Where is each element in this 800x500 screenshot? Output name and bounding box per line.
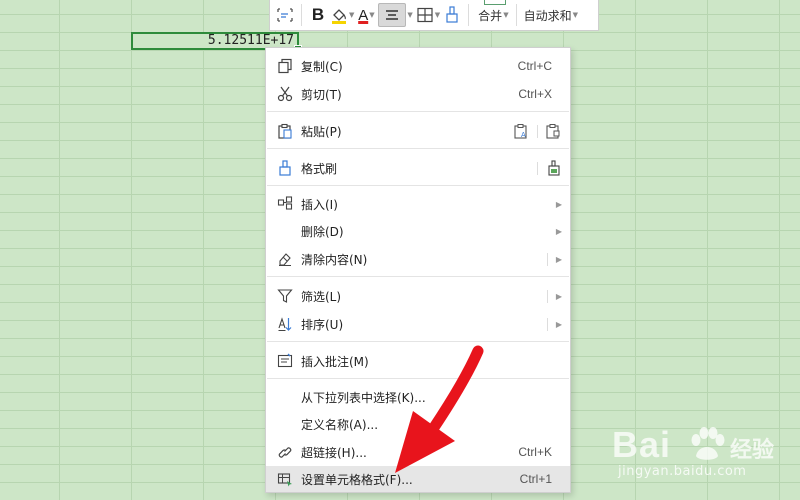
chevron-down-icon: ▼ [369,11,375,19]
chevron-down-icon: ▼ [503,11,509,19]
align-center-button[interactable] [378,3,407,27]
brush-icon [446,6,458,23]
insert-cells-icon [275,194,295,214]
menu-item-sort[interactable]: 排序(U) ▶ [266,311,570,337]
font-color-icon: A [358,6,369,24]
menu-item-shortcut: Ctrl+X [518,87,552,101]
format-cells-icon [275,469,295,489]
paw-icon [691,427,725,460]
bold-button[interactable]: B [309,3,327,27]
annotation-arrow-icon [395,345,484,473]
menu-item-label: 排序(U) [301,317,344,332]
menu-item-shortcut: Ctrl+1 [519,472,552,486]
menu-item-shortcut: Ctrl+K [518,445,552,459]
watermark: Bai 经验 jingyan.baidu.com [612,424,800,486]
toolbar-separator [468,4,470,26]
chevron-right-icon: ▶ [555,226,562,236]
brush-multi-icon[interactable] [544,159,562,177]
toolbar-separator [301,4,302,26]
menu-item-label: 剪切(T) [301,87,342,102]
brush-icon [275,158,295,178]
menu-item-divider [537,162,538,175]
paste-format-icon[interactable] [544,122,562,140]
chevron-right-icon: ▶ [555,254,562,264]
scissors-icon [275,84,295,104]
autosum-button[interactable]: 自动求和 ▼ [524,3,578,27]
menu-item-label: 粘贴(P) [301,124,342,139]
eraser-icon [275,249,295,269]
menu-separator [267,185,569,186]
menu-item-divider [547,253,548,266]
menu-item-copy[interactable]: 复制(C) Ctrl+C [266,53,570,79]
wrap-text-button[interactable] [276,3,294,27]
menu-item-label: 插入批注(M) [301,354,369,369]
menu-separator [267,111,569,112]
menu-item-filter[interactable]: 筛选(L) ▶ [266,283,570,309]
bold-icon: B [311,5,325,24]
clipboard-icon [275,121,295,141]
autosum-label: 自动求和 [523,8,572,23]
menu-item-cut[interactable]: 剪切(T) Ctrl+X [266,81,570,107]
menu-item-label: 复制(C) [301,59,343,74]
mini-toolbar: B ▼ A ▼ ▼ ▼ 合并 ▼ 自动求和 ▼ [269,0,599,31]
borders-icon [417,7,433,23]
fill-bucket-icon [332,9,346,24]
comment-icon [275,351,295,371]
menu-item-divider [537,125,538,138]
menu-item-label: 超链接(H)... [301,445,367,460]
svg-text:A: A [521,132,526,139]
menu-item-label: 格式刷 [301,161,338,176]
merge-cells-icon [484,0,507,5]
wrap-text-icon [277,8,293,22]
menu-separator [267,341,569,342]
menu-item-divider [547,318,548,331]
paste-values-icon[interactable]: A [512,122,530,140]
chevron-right-icon: ▶ [555,199,562,209]
align-center-icon [386,10,399,20]
menu-item-shortcut: Ctrl+C [517,59,552,73]
watermark-brand: Bai [612,424,672,465]
chevron-down-icon[interactable]: ▼ [407,11,412,19]
chevron-right-icon: ▶ [555,319,562,329]
watermark-url: jingyan.baidu.com [618,464,747,479]
funnel-icon [275,286,295,306]
fill-color-button[interactable]: ▼ [330,3,354,27]
chevron-down-icon: ▼ [349,11,355,19]
copy-icon [275,56,295,76]
merge-button[interactable]: 合并 ▼ [478,0,509,27]
chevron-down-icon: ▼ [572,11,578,19]
menu-item-divider [547,290,548,303]
menu-item-format-painter[interactable]: 格式刷 [266,155,570,181]
menu-item-label: 插入(I) [301,197,338,212]
watermark-brand-cn: 经验 [730,438,775,463]
merge-label: 合并 [478,8,503,23]
menu-item-paste[interactable]: 粘贴(P) A [266,118,570,144]
menu-item-insert[interactable]: 插入(I) ▶ [266,191,570,217]
menu-separator [267,276,569,277]
menu-item-clear[interactable]: 清除内容(N) ▶ [266,246,570,272]
menu-item-delete[interactable]: 删除(D) ▶ [266,218,570,244]
link-icon [275,442,295,462]
font-color-button[interactable]: A ▼ [357,3,375,27]
toolbar-separator [515,4,517,26]
menu-item-label: 删除(D) [301,224,344,239]
format-painter-toolbar-button[interactable] [443,3,461,27]
menu-item-label: 清除内容(N) [301,252,368,267]
borders-button[interactable]: ▼ [416,3,440,27]
sort-icon [275,314,295,334]
menu-item-label: 筛选(L) [301,289,342,304]
menu-item-label: 定义名称(A)... [301,417,379,432]
chevron-down-icon: ▼ [434,11,441,19]
menu-separator [267,148,569,149]
chevron-right-icon: ▶ [555,291,562,301]
